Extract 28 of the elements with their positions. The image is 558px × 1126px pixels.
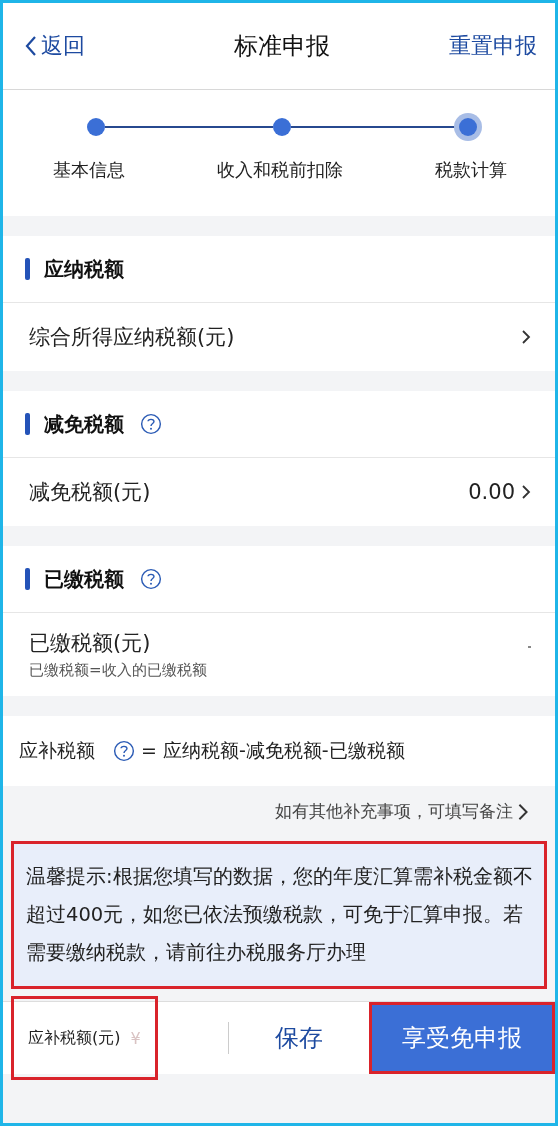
back-link[interactable]: 返回	[25, 31, 85, 61]
list-row[interactable]: 综合所得应纳税额(元)	[3, 303, 555, 371]
submit-button[interactable]: 享受免申报	[369, 1002, 555, 1074]
step-label: 收入和税前扣除	[217, 158, 343, 182]
step-label: 税款计算	[435, 158, 507, 182]
page-title: 标准申报	[233, 31, 330, 62]
row-label: 综合所得应纳税额(元)	[29, 324, 235, 351]
section-marker	[25, 413, 30, 435]
row-label: 已缴税额(元)	[29, 630, 152, 657]
row-value: 0.00	[468, 480, 515, 504]
back-chevron-icon	[25, 35, 37, 57]
reset-link[interactable]: 重置申报	[449, 31, 537, 61]
section-marker	[25, 568, 30, 590]
notice-text: 温馨提示:根据您填写的数据，您的年度汇算需补税金额不超过400元，如您已依法预缴税款，可免于汇算申报。若需要缴纳税款，请前往办税服务厅办理	[11, 841, 547, 989]
help-icon	[113, 740, 135, 762]
list-row[interactable]: 减免税额(元) 0.00	[3, 458, 555, 526]
row-label: 减免税额(元)	[29, 479, 151, 506]
formula-text: = 应纳税额-减免税额-已缴税额	[141, 738, 405, 763]
formula-label: 应补税额	[19, 738, 95, 763]
section-title: 已缴税额	[44, 565, 124, 593]
row-note: 已缴税额=收入的已缴税额	[29, 661, 207, 680]
step-label: 基本信息	[53, 158, 125, 182]
section-title: 应纳税额	[44, 255, 124, 283]
list-row[interactable]: 已缴税额(元) 已缴税额=收入的已缴税额	[3, 613, 555, 696]
section-title: 减免税额	[44, 410, 124, 438]
section-marker	[25, 258, 30, 280]
remark-link[interactable]: 如有其他补充事项，可填写备注	[275, 800, 529, 823]
amount-field[interactable]: 应补税额(元) ¥	[11, 996, 158, 1080]
